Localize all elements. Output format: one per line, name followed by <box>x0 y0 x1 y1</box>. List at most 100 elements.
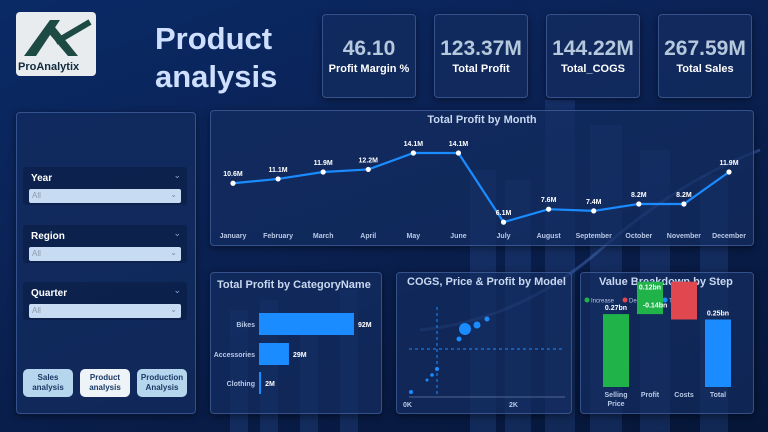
data-label: 12.2M <box>359 157 379 164</box>
filter-panel: Year ⌄ All ⌄ Region ⌄ All ⌄ Quarter ⌄ Al… <box>16 112 196 414</box>
region-slicer[interactable]: Region ⌄ All ⌄ <box>23 225 187 263</box>
category-bar <box>259 343 289 365</box>
value-breakdown-card: Value Breakdown by Step IncreaseDecrease… <box>580 272 754 414</box>
x-tick-label: May <box>407 233 421 240</box>
production-analysis-button[interactable]: Production Analysis <box>137 369 187 397</box>
kpi-card-total-profit: 123.37M Total Profit <box>434 14 528 98</box>
bar-value-label: 0.12bn <box>639 285 661 292</box>
data-point <box>726 169 732 175</box>
data-label: 8.2M <box>676 192 692 199</box>
quarter-dropdown[interactable]: All ⌄ <box>29 304 181 318</box>
chevron-down-icon[interactable]: ⌄ <box>173 285 181 296</box>
cogs-price-profit-chart: 0K 2K <box>403 307 565 409</box>
x-tick-label: Profit <box>641 392 660 399</box>
legend-marker <box>622 297 628 303</box>
profit-by-category-chart: Bikes 92M Accessories 29M Clothing 2M <box>214 313 372 394</box>
data-label: 11.9M <box>314 160 333 167</box>
category-bar <box>259 372 262 394</box>
x-tick-label: Selling <box>605 392 628 399</box>
profit-line <box>232 151 730 224</box>
kpi-card-total-sales: 267.59M Total Sales <box>658 14 752 98</box>
scatter-point <box>425 378 429 382</box>
chevron-down-icon[interactable]: ⌄ <box>173 170 181 181</box>
category-label: Clothing <box>227 381 255 388</box>
kpi-value: 267.59M <box>664 37 746 60</box>
data-point <box>591 208 597 214</box>
slicer-label: Region <box>31 231 65 242</box>
dropdown-value: All <box>32 191 41 200</box>
chevron-down-icon[interactable]: ⌄ <box>170 190 177 199</box>
x-tick-label: November <box>667 233 702 240</box>
x-tick-label: July <box>497 233 511 240</box>
data-point <box>500 219 507 225</box>
profit-by-category-card: Total Profit by CategoryName Bikes 92M Acc… <box>210 272 382 414</box>
data-point <box>275 176 281 182</box>
kpi-label: Total_COGS <box>561 63 625 75</box>
data-point <box>230 180 236 186</box>
data-point <box>410 150 416 156</box>
data-label: 7.6M <box>541 197 557 204</box>
scatter-point <box>473 321 481 329</box>
x-tick-label: 0K <box>403 402 412 409</box>
category-bar <box>259 313 354 335</box>
waterfall-bar <box>603 314 629 387</box>
chevron-down-icon[interactable]: ⌄ <box>170 248 177 257</box>
kpi-value: 123.37M <box>440 37 522 60</box>
kpi-value: 144.22M <box>552 37 634 60</box>
bar-value-label: 0.27bn <box>605 305 627 312</box>
sales-analysis-button[interactable]: Sales analysis <box>23 369 73 397</box>
data-point <box>681 201 687 207</box>
profit-by-month-chart: 10.6M January 11.1M February 11.9M March 12.2M… <box>220 141 747 240</box>
waterfall-bar <box>671 281 697 320</box>
x-tick-label: June <box>450 233 466 240</box>
data-point <box>365 166 371 173</box>
chevron-down-icon[interactable]: ⌄ <box>170 305 177 314</box>
data-point <box>455 150 462 156</box>
scatter-point <box>409 390 413 394</box>
data-point <box>320 169 326 175</box>
chevron-down-icon[interactable]: ⌄ <box>173 228 181 239</box>
slicer-label: Quarter <box>31 288 68 299</box>
data-label: 14.1M <box>449 141 469 148</box>
bar-value-label: -0.14bn <box>643 303 668 310</box>
scatter-point <box>430 373 434 377</box>
category-label: Accessories <box>214 352 255 359</box>
kpi-card-profit-margin: 46.10 Profit Margin % <box>322 14 416 98</box>
x-tick-label: August <box>537 233 562 240</box>
x-tick-label: February <box>263 233 293 240</box>
kpi-label: Total Sales <box>676 63 734 75</box>
logo-mark-icon <box>24 19 92 56</box>
bar-value-label: 29M <box>293 352 307 359</box>
cogs-price-profit-card: COGS, Price & Profit by Model 0K 2K <box>396 272 572 414</box>
x-tick-label: March <box>313 233 334 240</box>
slicer-label: Year <box>31 173 53 184</box>
data-label: 11.9M <box>719 160 738 167</box>
kpi-label: Total Profit <box>452 63 510 75</box>
scatter-point <box>459 323 471 335</box>
data-label: 8.2M <box>631 192 647 199</box>
legend-label: Increase <box>591 299 615 305</box>
logo-text: ProAnalytix <box>18 61 80 73</box>
bar-value-label: 0.25bn <box>707 311 729 318</box>
proanalytix-logo: ProAnalytix <box>16 12 96 76</box>
year-dropdown[interactable]: All ⌄ <box>29 189 181 203</box>
profit-by-month-card: Total Profit by Month 10.6M January 11.1M F… <box>210 110 754 246</box>
value-breakdown-chart: IncreaseDecreaseTotal0.27bn0.12bn-0.14bn… <box>584 281 731 408</box>
data-point <box>546 206 552 212</box>
data-label: 7.4M <box>586 199 602 206</box>
product-analysis-button[interactable]: Product analysis <box>80 369 130 397</box>
quarter-slicer[interactable]: Quarter ⌄ All ⌄ <box>23 282 187 320</box>
scatter-point <box>456 336 462 342</box>
kpi-value: 46.10 <box>342 37 396 60</box>
x-tick-label: September <box>576 233 612 240</box>
year-slicer[interactable]: Year ⌄ All ⌄ <box>23 167 187 205</box>
scatter-point <box>484 316 490 322</box>
x-tick-label: Total <box>710 392 726 399</box>
region-dropdown[interactable]: All ⌄ <box>29 247 181 261</box>
bar-value-label: 92M <box>358 322 372 329</box>
bar-value-label: 2M <box>265 381 275 388</box>
data-point <box>636 201 642 207</box>
x-tick-label: December <box>712 233 746 240</box>
kpi-card-total-cogs: 144.22M Total_COGS <box>546 14 640 98</box>
x-tick-label: October <box>625 233 652 240</box>
